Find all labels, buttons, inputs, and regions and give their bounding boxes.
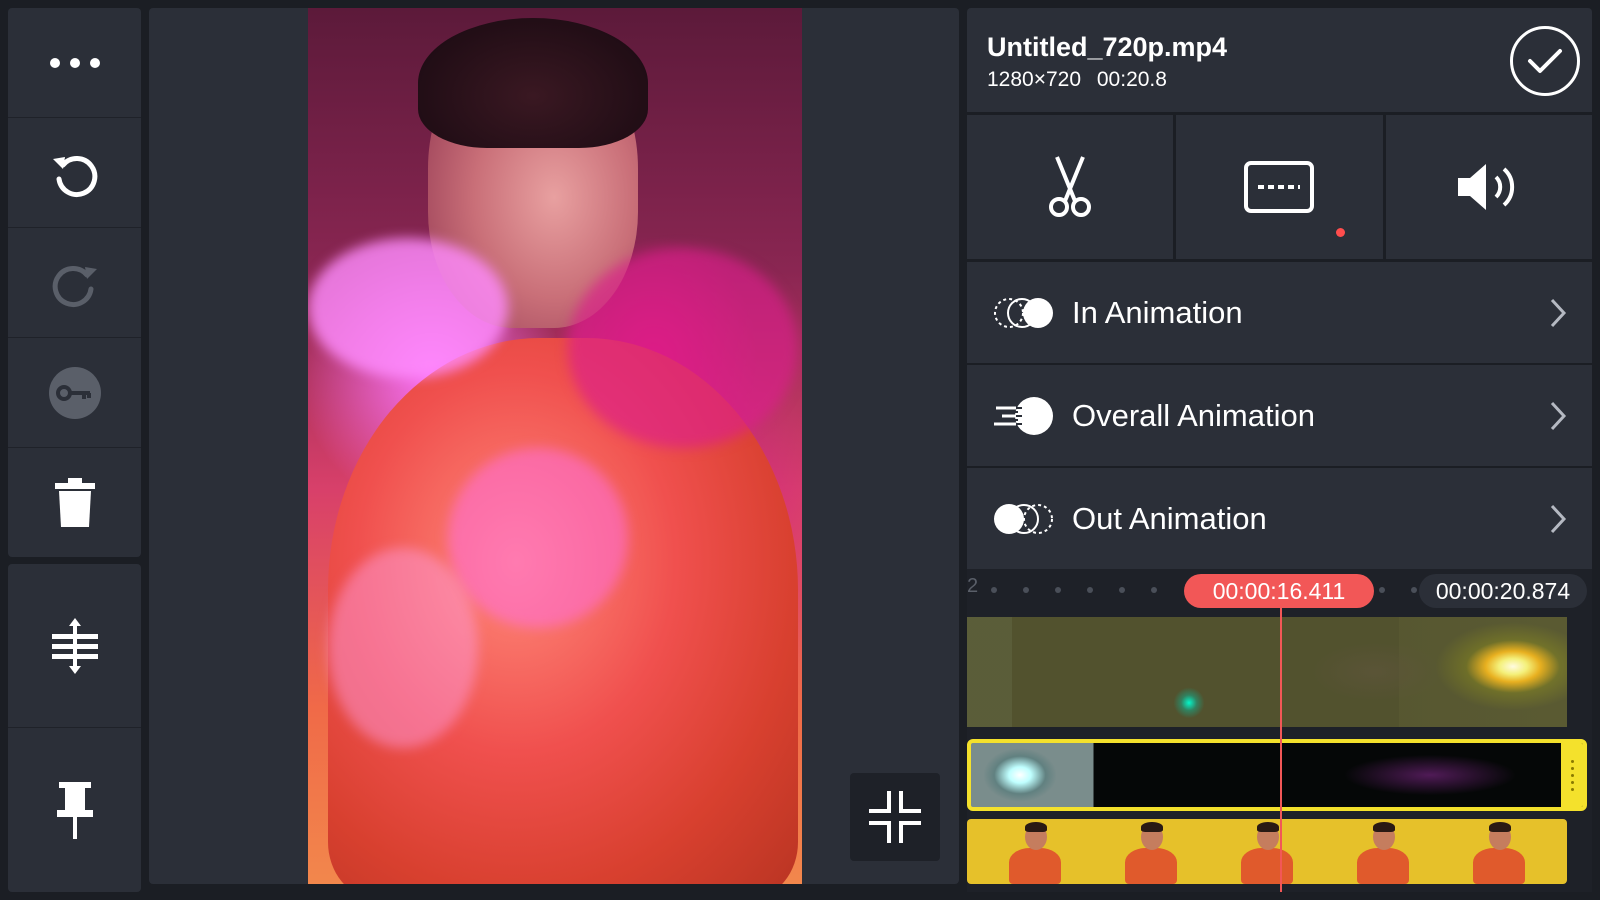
overall-animation-icon <box>979 396 1069 436</box>
volume-icon <box>1457 164 1514 210</box>
time-ruler[interactable]: 2 00:00:16.411 00:00:20.874 <box>967 569 1592 609</box>
video-thumbnail <box>1005 822 1065 884</box>
undo-button[interactable] <box>8 118 141 228</box>
subtitle-indicator-dot <box>1335 228 1345 237</box>
out-animation-icon <box>979 502 1069 536</box>
smoke-effect <box>568 248 798 448</box>
chevron-right-icon <box>1538 297 1578 329</box>
file-duration: 00:20.8 <box>1096 68 1167 91</box>
pin-icon <box>56 782 93 839</box>
clip-header: Untitled_720p.mp4 1280×720 00:20.8 <box>967 8 1592 112</box>
ruler-tick <box>1411 587 1417 593</box>
tool-group-bottom <box>8 564 141 892</box>
tool-group-top <box>8 8 141 557</box>
current-time-badge: 00:00:16.411 <box>1184 574 1374 608</box>
video-editor: Untitled_720p.mp4 1280×720 00:20.8 In An… <box>0 0 1600 900</box>
timeline[interactable]: 2 00:00:16.411 00:00:20.874 <box>967 569 1592 892</box>
align-layer-button[interactable] <box>8 564 141 728</box>
edit-tabs <box>967 115 1592 259</box>
in-animation-icon <box>979 296 1069 330</box>
redo-button[interactable] <box>8 228 141 338</box>
ruler-tick <box>1087 587 1093 593</box>
align-vertical-icon <box>51 617 98 674</box>
delete-button[interactable] <box>8 448 141 557</box>
chevron-right-icon <box>1538 503 1578 535</box>
left-toolbar <box>8 8 141 892</box>
ruler-tick <box>1151 587 1157 593</box>
right-panel: Untitled_720p.mp4 1280×720 00:20.8 In An… <box>967 8 1592 892</box>
video-thumbnail <box>1121 822 1181 884</box>
exit-fullscreen-icon <box>869 791 921 843</box>
preview-subject-hair <box>418 18 648 148</box>
file-resolution: 1280×720 <box>987 68 1082 91</box>
clip-trim-handle[interactable] <box>1561 743 1583 807</box>
ruler-tick <box>1055 587 1061 593</box>
ruler-tick <box>1119 587 1125 593</box>
total-time-badge: 00:00:20.874 <box>1419 574 1587 608</box>
main-video-track[interactable] <box>967 819 1567 884</box>
ruler-start-label: 2 <box>967 575 979 597</box>
smoke-effect <box>328 548 478 748</box>
scissors-icon <box>1049 156 1092 217</box>
volume-button[interactable] <box>1385 115 1592 259</box>
key-icon <box>48 366 101 419</box>
in-animation-row[interactable]: In Animation <box>967 262 1592 363</box>
chevron-right-icon <box>1538 400 1578 432</box>
subtitle-button[interactable] <box>1176 115 1383 259</box>
ruler-tick <box>991 587 997 593</box>
check-icon <box>1528 49 1562 73</box>
video-thumbnail <box>1237 822 1297 884</box>
file-meta: 1280×720 00:20.8 <box>987 68 1167 92</box>
video-preview <box>149 8 959 884</box>
smoke-effect <box>448 448 628 628</box>
out-animation-label: Out Animation <box>1072 500 1267 536</box>
ruler-tick <box>1023 587 1029 593</box>
keyframe-button[interactable] <box>8 338 141 448</box>
out-animation-row[interactable]: Out Animation <box>967 468 1592 569</box>
trim-button[interactable] <box>967 115 1174 259</box>
overall-animation-label: Overall Animation <box>1072 397 1315 433</box>
effect-clip-track[interactable] <box>967 617 1567 727</box>
more-horizontal-icon <box>49 57 100 68</box>
trash-icon <box>54 478 95 527</box>
playhead[interactable] <box>1280 605 1282 892</box>
video-thumbnail <box>1469 822 1529 884</box>
done-button[interactable] <box>1510 26 1580 96</box>
selected-effect-clip[interactable] <box>967 739 1587 811</box>
overall-animation-row[interactable]: Overall Animation <box>967 365 1592 466</box>
pin-button[interactable] <box>8 728 141 892</box>
exit-fullscreen-button[interactable] <box>850 773 940 861</box>
ruler-tick <box>1379 587 1385 593</box>
undo-icon <box>52 155 97 197</box>
redo-icon <box>52 265 97 307</box>
smoke-effect <box>308 238 508 378</box>
in-animation-label: In Animation <box>1072 294 1243 330</box>
video-thumbnail <box>1353 822 1413 884</box>
subtitle-icon <box>1244 161 1315 213</box>
file-name: Untitled_720p.mp4 <box>987 32 1228 62</box>
more-options-button[interactable] <box>8 8 141 118</box>
preview-frame[interactable] <box>308 8 802 884</box>
